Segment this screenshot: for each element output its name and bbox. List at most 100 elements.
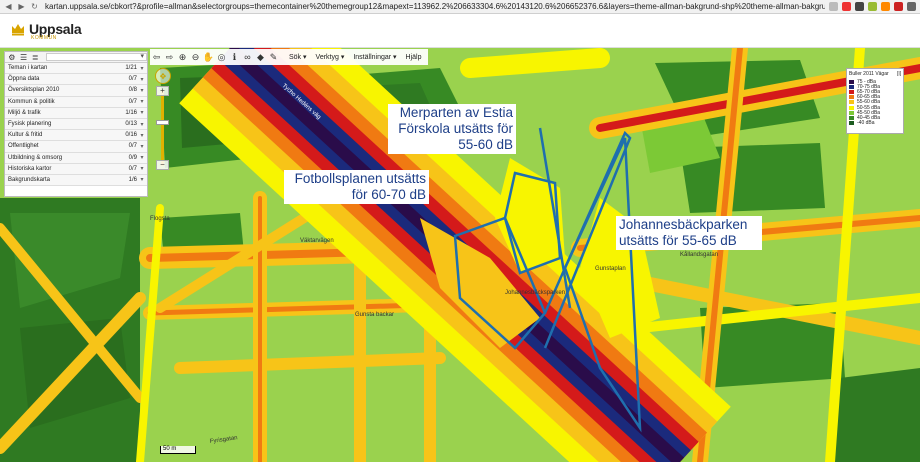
legend-item: -40 dBa [849,120,901,127]
globe-icon[interactable]: ◎ [215,50,228,64]
browser-address-bar: ◀ ▶ ↻ kartan.uppsala.se/cbkort?&profile=… [0,0,920,14]
chevron-down-icon[interactable]: ▾ [137,98,147,105]
gear-icon[interactable]: ⚙ [7,52,17,62]
theme-item[interactable]: Historiska kartor 0/7 ▾ [5,163,147,175]
extension-icon[interactable] [894,2,903,11]
list-icon[interactable]: ☰ [19,52,29,62]
legend-label: -40 dBa [857,120,875,127]
theme-item-count: 1/21 [125,65,137,72]
back-icon[interactable]: ⇦ [150,50,163,64]
theme-item-label: Kultur & fritid [8,132,43,139]
chevron-down-icon[interactable]: ▾ [137,154,147,161]
legend-swatch [849,100,854,105]
logo-name: Uppsala [29,20,82,37]
legend-swatch [849,89,854,94]
legend-swatch [849,115,854,120]
reload-icon[interactable]: ↻ [30,2,39,11]
theme-list: Teman i kartan 1/21 ▾ Öppna data 0/7 ▾ Översik… [5,63,147,187]
chevron-down-icon[interactable]: ▾ [137,109,147,116]
theme-item-count: 0/8 [128,87,137,94]
chevron-down-icon[interactable]: ▾ [137,87,147,94]
theme-item-label: Historiska kartor [8,165,52,172]
pan-hand-icon[interactable]: ✋ [202,50,215,64]
arrow-left-icon[interactable]: ◀ [4,2,13,11]
browser-extensions [829,2,916,11]
theme-sidebar: ⚙ ☰ ≣ Teman i kartan1/21▾Öppna data0/7▾Ö… [4,51,148,197]
theme-item-count: 0/7 [128,143,137,150]
sidebar-toolbar: ⚙ ☰ ≣ [5,52,148,63]
theme-item[interactable]: Teman i kartan 1/21 ▾ [5,63,147,75]
extension-icon[interactable] [881,2,890,11]
street-label: Flogsta [150,216,170,222]
theme-item[interactable]: Öppna data 0/7 ▾ [5,74,147,86]
chevron-down-icon[interactable]: ▾ [137,143,147,150]
legend-close-icon[interactable]: [i] [897,71,901,77]
theme-item[interactable]: Miljö & trafik 1/16 ▾ [5,107,147,119]
theme-item-label: Bakgrundskarta [8,176,51,183]
callout-line: Fotbollsplanen utsätts [294,171,426,186]
theme-item-count: 0/9 [128,154,137,161]
theme-select[interactable] [46,52,148,61]
theme-item[interactable]: Fysisk planering 0/13 ▾ [5,118,147,131]
chevron-down-icon[interactable]: ▾ [137,76,147,83]
legend-title-row: Buller 2011 Vägar [i] [849,71,901,77]
chevron-down-icon[interactable]: ▾ [137,176,147,183]
theme-item[interactable]: Utbildning & omsorg 0/9 ▾ [5,152,147,164]
info-icon[interactable]: ℹ [228,50,241,64]
theme-item[interactable]: Översiktsplan 2010 0/8 ▾ [5,85,147,97]
chevron-down-icon[interactable]: ▾ [137,132,147,139]
extension-icon[interactable] [829,2,838,11]
zoom-slider[interactable] [161,90,164,166]
theme-item-count: 0/7 [128,98,137,105]
theme-item-label: Miljö & trafik [8,109,41,116]
zoom-out-icon[interactable]: ⊖ [189,50,202,64]
pen-icon[interactable]: ✎ [267,50,280,64]
callout-line: 55-60 dB [458,137,513,152]
menu-item[interactable]: Inställningar ▾ [353,53,396,61]
theme-item[interactable]: Kommun & politik 0/7 ▾ [5,96,147,108]
estia-callout: Merparten av Estia Förskola utsätts för … [388,104,516,154]
street-label: Gunstaplan [595,266,626,272]
chevron-down-icon[interactable]: ▾ [137,165,147,172]
road-label: Johannesbäcksparken [505,290,565,296]
zoom-control: ✥ + − [155,68,173,176]
menu-item[interactable]: Verktyg ▾ [316,53,345,61]
binoculars-icon[interactable]: ∞ [241,50,254,64]
list-detail-icon[interactable]: ≣ [30,52,40,62]
url-field[interactable]: kartan.uppsala.se/cbkort?&profile=allman… [45,2,825,11]
street-label: Gunsta backar [355,312,394,318]
zoom-in-icon[interactable]: ⊕ [176,50,189,64]
extension-icon[interactable] [842,2,851,11]
zoom-in-button[interactable]: + [156,86,169,96]
menu-item[interactable]: Hjälp [406,54,422,61]
menu-item[interactable]: Sök ▾ [289,53,307,61]
legend-swatch [849,84,854,89]
extension-icon[interactable] [855,2,864,11]
callout-line: Förskola utsätts för [398,121,513,136]
pan-compass-icon[interactable]: ✥ [155,68,171,84]
car-icon[interactable]: ◆ [254,50,267,64]
park-callout: Johannesbäckparken utsätts för 55-65 dB [616,216,762,250]
theme-item[interactable]: Offentlighet 0/7 ▾ [5,141,147,153]
callout-line: Merparten av Estia [399,105,513,120]
legend-swatch [849,121,854,126]
street-label: Väktarvägen [300,238,334,244]
theme-item-label: Öppna data [8,76,40,83]
extension-icon[interactable] [868,2,877,11]
theme-item[interactable]: Bakgrundskarta 1/6 ▾ [5,174,147,187]
zoom-out-button[interactable]: − [156,160,169,170]
callout-line: för 60-70 dB [351,187,426,202]
chevron-down-icon[interactable]: ▾ [137,65,147,72]
legend-list: 75 - dBa 70-75 dBa 65-70 dBa 60-65 dBa 55-60… [849,79,901,126]
callout-line: utsätts för 55-65 dB [619,233,737,248]
zoom-handle[interactable] [156,120,169,125]
theme-item-count: 0/16 [125,132,137,139]
chevron-down-icon[interactable]: ▾ [137,121,147,128]
menu-icon[interactable] [907,2,916,11]
map-toolbar: ⇦ ⇨ ⊕ ⊖ ✋ ◎ ℹ ∞ ◆ ✎ Sök ▾ Verktyg ▾ Inställningar ▾ H… [150,49,428,65]
logo[interactable]: Uppsala KOMMUN [10,20,82,41]
legend-title: Buller 2011 Vägar [849,71,889,77]
theme-item[interactable]: Kultur & fritid 0/16 ▾ [5,130,147,142]
forward-icon[interactable]: ⇨ [163,50,176,64]
arrow-right-icon[interactable]: ▶ [17,2,26,11]
